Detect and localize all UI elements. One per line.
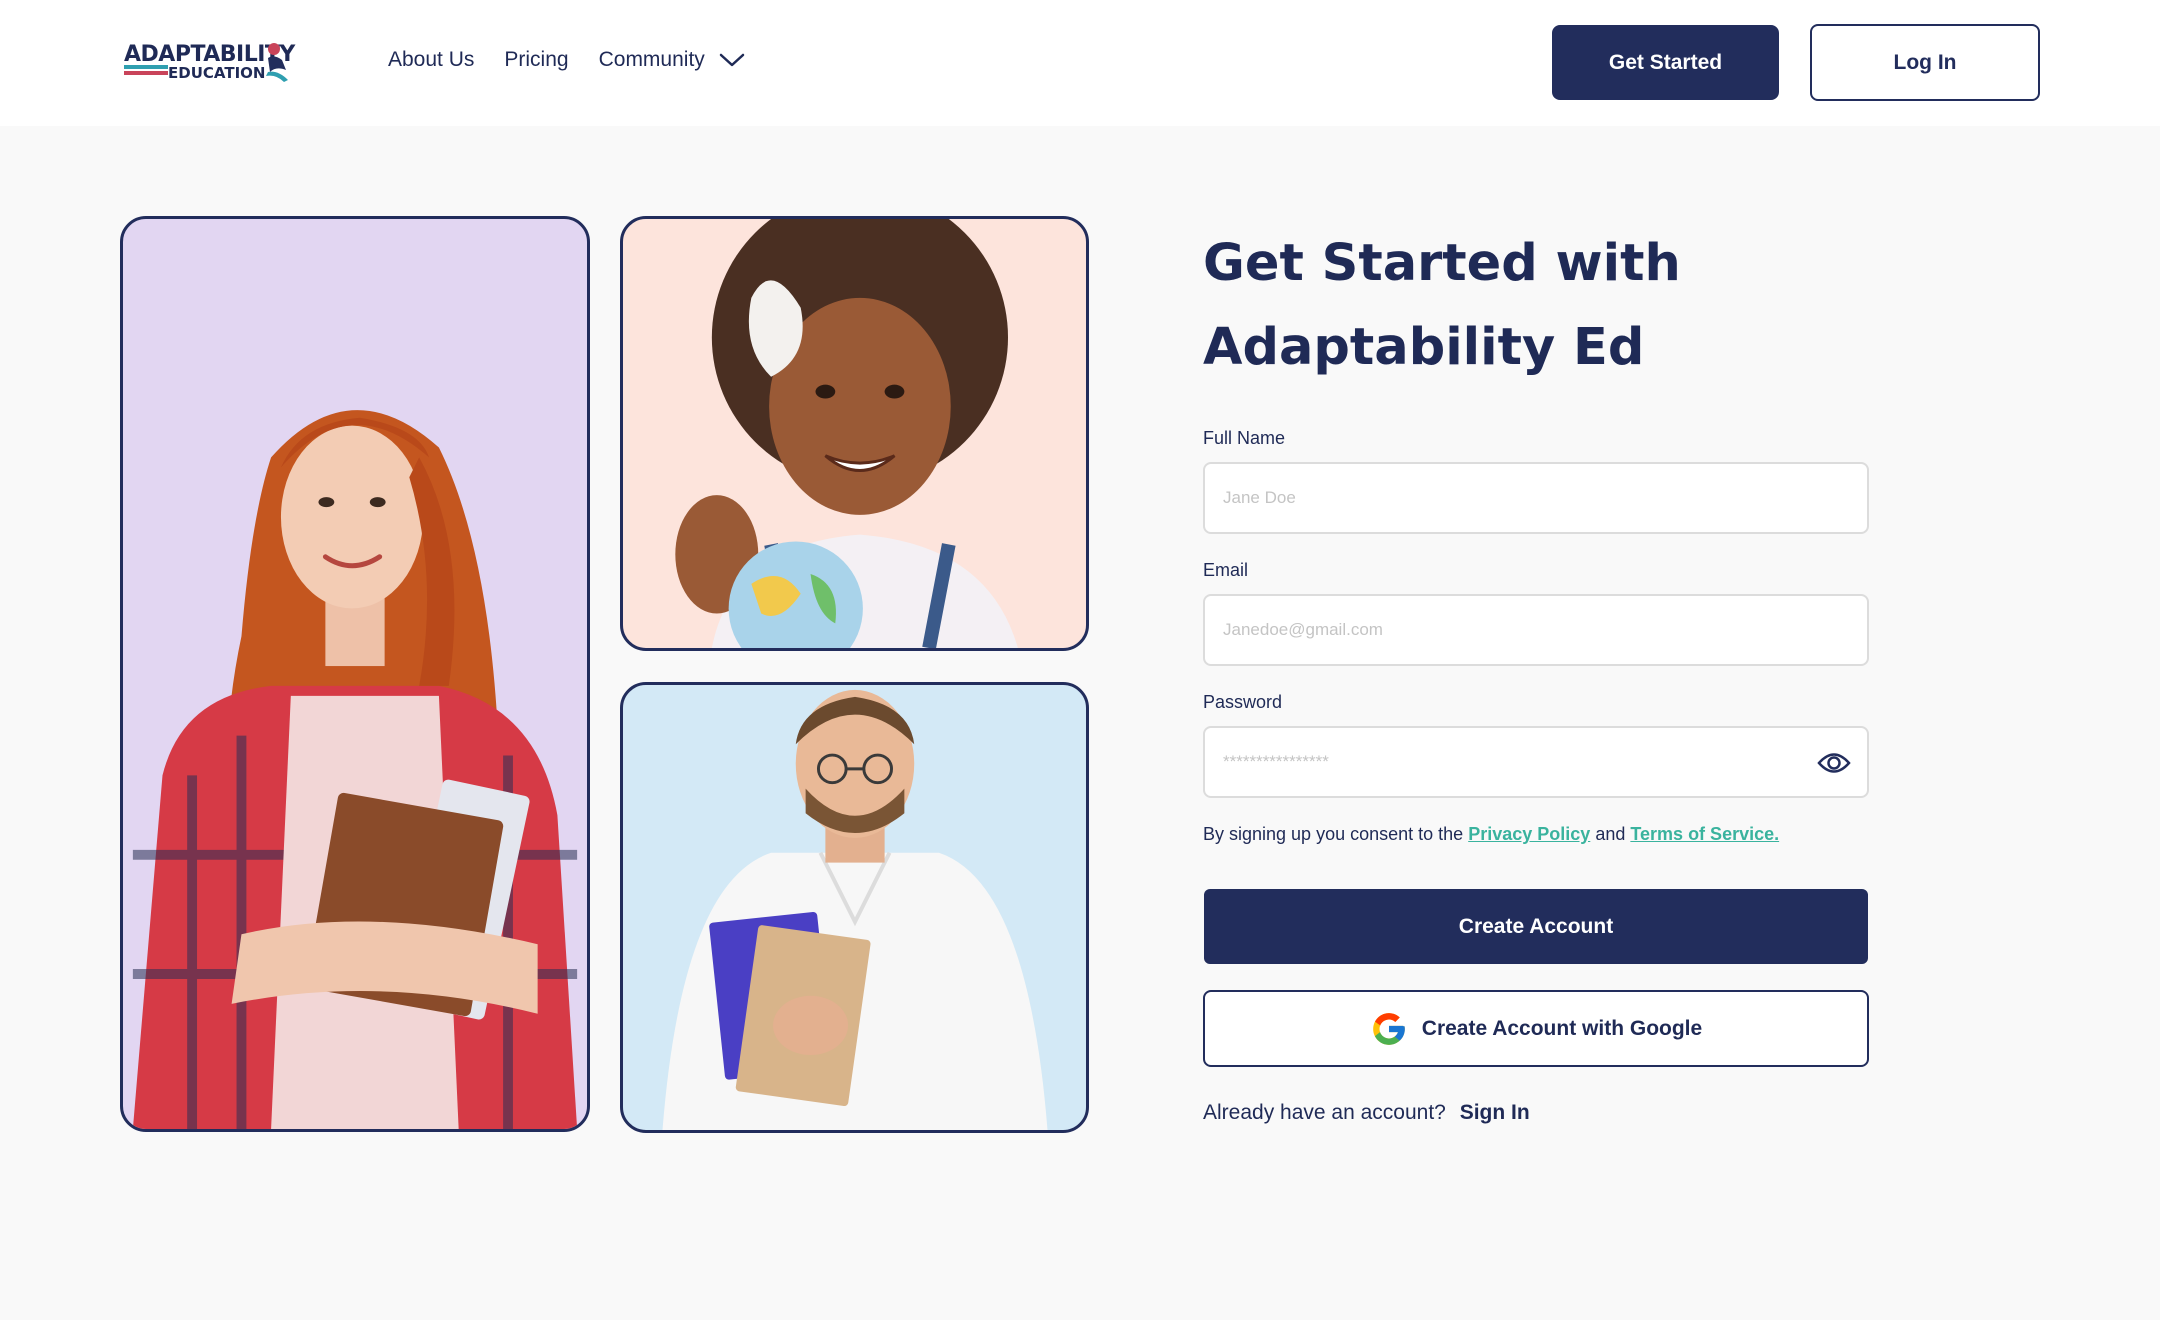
photo-card-woman <box>120 216 590 1132</box>
page-title: Get Started with Adaptability Ed <box>1203 234 1681 377</box>
photo-card-girl <box>620 216 1089 651</box>
header: ADAPTABILITY EDUCATION About Us Pricing … <box>0 0 2160 126</box>
logo-figure-icon <box>266 43 288 82</box>
consent-text: By signing up you consent to the Privacy… <box>1203 824 1779 845</box>
password-label: Password <box>1203 692 1283 712</box>
email-field-box <box>1203 594 1869 666</box>
nav-community-dropdown[interactable]: Community <box>599 48 745 72</box>
google-icon <box>1372 1012 1405 1045</box>
logo-stripes <box>124 65 168 81</box>
logo-text-bottom: EDUCATION <box>168 64 266 82</box>
main-nav: About Us Pricing Community <box>388 48 745 72</box>
full-name-label: Full Name <box>1203 428 1286 448</box>
nav-about-us[interactable]: About Us <box>388 48 474 72</box>
consent-prefix: By signing up you consent to the <box>1203 824 1464 844</box>
eye-icon[interactable] <box>1817 748 1851 778</box>
photo-card-man <box>620 682 1089 1133</box>
full-name-input[interactable] <box>1205 464 1867 532</box>
get-started-button[interactable]: Get Started <box>1552 25 1779 100</box>
password-input[interactable] <box>1205 728 1867 796</box>
chevron-down-icon <box>719 53 745 67</box>
man-with-notebooks-image <box>662 689 1048 1130</box>
create-account-google-label: Create Account with Google <box>1421 1016 1703 1040</box>
terms-of-service-link[interactable]: Terms of Service. <box>1630 824 1779 844</box>
full-name-field-box <box>1203 462 1869 534</box>
sign-in-link[interactable]: Sign In <box>1460 1101 1530 1124</box>
email-input[interactable] <box>1205 596 1867 664</box>
girl-with-globe-image <box>675 219 1018 648</box>
log-in-button[interactable]: Log In <box>1810 24 2040 101</box>
woman-with-books-image <box>132 410 578 1129</box>
logo[interactable]: ADAPTABILITY EDUCATION <box>124 40 295 86</box>
nav-pricing[interactable]: Pricing <box>504 48 568 72</box>
privacy-policy-link[interactable]: Privacy Policy <box>1468 824 1590 844</box>
create-account-google-button[interactable]: Create Account with Google <box>1203 990 1869 1067</box>
consent-and: and <box>1595 824 1626 844</box>
already-have-account-text: Already have an account? <box>1203 1101 1446 1124</box>
sign-in-row: Already have an account? Sign In <box>1203 1101 1530 1125</box>
create-account-button[interactable]: Create Account <box>1204 889 1868 964</box>
email-label: Email <box>1203 560 1249 580</box>
nav-community: Community <box>598 48 705 71</box>
password-field-box <box>1203 726 1869 798</box>
